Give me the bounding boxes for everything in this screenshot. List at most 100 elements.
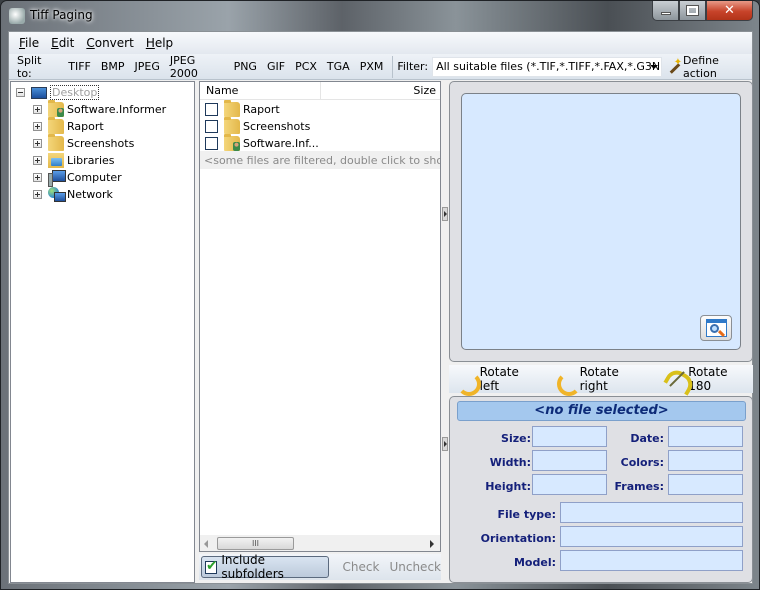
image-preview[interactable] xyxy=(461,93,741,350)
client-area: File Edit Convert Help Split to: TIFF BM… xyxy=(8,31,753,584)
splitter-handle-icon[interactable] xyxy=(442,207,448,221)
maximize-icon xyxy=(686,5,699,16)
expand-icon[interactable] xyxy=(33,173,42,182)
rotate-left-label: Rotate left xyxy=(479,365,519,393)
user-folder-icon xyxy=(224,134,240,151)
rotate-180-icon xyxy=(664,368,686,390)
menu-edit-label: dit xyxy=(58,36,75,50)
menu-help[interactable]: Help xyxy=(140,36,179,50)
close-button[interactable]: ✕ xyxy=(706,1,753,21)
menu-file[interactable]: File xyxy=(13,36,45,50)
file-name: Raport xyxy=(243,103,280,116)
include-subfolders-label: Include subfolders xyxy=(221,553,284,581)
split-pcx-button[interactable]: PCX xyxy=(290,60,322,73)
expand-icon[interactable] xyxy=(33,105,42,114)
scroll-right-icon[interactable] xyxy=(430,540,434,548)
file-list-header: Name Size xyxy=(200,82,440,100)
collapse-icon[interactable] xyxy=(16,88,25,97)
desktop-icon xyxy=(31,86,47,99)
maximize-button[interactable] xyxy=(679,1,706,21)
scrollbar-thumb[interactable]: III xyxy=(217,537,294,550)
chevron-down-icon xyxy=(649,64,658,69)
file-checkbox[interactable] xyxy=(205,103,218,116)
rotate-right-button[interactable]: Rotate right xyxy=(555,365,650,396)
menu-convert-label: onvert xyxy=(94,36,134,50)
model-label: Model: xyxy=(513,556,556,569)
folder-tree[interactable]: Desktop Software.Informer Raport Screens… xyxy=(10,81,195,583)
split-gif-button[interactable]: GIF xyxy=(262,60,290,73)
expand-icon[interactable] xyxy=(33,139,42,148)
file-row[interactable]: Raport xyxy=(205,100,280,118)
scroll-left-icon[interactable] xyxy=(204,540,208,548)
filter-value: All suitable files (*.TIF,*.TIFF,*.FAX,*… xyxy=(436,60,662,73)
rotate-left-icon xyxy=(455,368,481,396)
expand-icon[interactable] xyxy=(33,190,42,199)
split-tga-button[interactable]: TGA xyxy=(322,60,355,73)
filter-dropdown[interactable]: All suitable files (*.TIF,*.TIFF,*.FAX,*… xyxy=(432,56,662,77)
frames-label: Frames: xyxy=(614,480,664,493)
menu-edit[interactable]: Edit xyxy=(45,36,80,50)
filtered-files-note[interactable]: <some files are filtered, double click t… xyxy=(200,151,440,169)
menu-help-label: elp xyxy=(154,36,174,50)
split-toolbar: Split to: TIFF BMP JPEG JPEG 2000 PNG GI… xyxy=(9,54,752,80)
tree-item-screenshots[interactable]: Screenshots xyxy=(33,134,134,152)
app-icon xyxy=(9,8,25,24)
selected-file-header: <no file selected> xyxy=(457,401,746,421)
define-action-label: Define action xyxy=(682,53,719,80)
file-row[interactable]: Software.Inf... xyxy=(205,134,319,152)
colors-label: Colors: xyxy=(620,456,664,469)
menu-edit-accel: E xyxy=(51,36,59,50)
tree-item-computer[interactable]: Computer xyxy=(33,169,122,187)
file-list[interactable]: Name Size Raport Screenshots Software.In… xyxy=(199,81,441,551)
menu-file-label: ile xyxy=(25,36,40,50)
file-checkbox[interactable] xyxy=(205,137,218,150)
width-field xyxy=(532,450,607,471)
app-window: Tiff Paging ✕ File Edit Convert Help Spl… xyxy=(0,0,760,590)
splitter-handle-icon[interactable] xyxy=(442,437,448,451)
minimize-button[interactable] xyxy=(652,1,679,21)
folder-icon xyxy=(48,134,64,151)
split-tiff-button[interactable]: TIFF xyxy=(63,60,96,73)
model-field xyxy=(560,550,743,571)
split-pxm-button[interactable]: PXM xyxy=(355,60,389,73)
column-header-name[interactable]: Name xyxy=(200,82,321,99)
tree-item-desktop[interactable]: Desktop xyxy=(16,84,100,101)
expand-icon[interactable] xyxy=(33,156,42,165)
tree-item-software-informer[interactable]: Software.Informer xyxy=(33,100,166,118)
file-name: Software.Inf... xyxy=(243,137,319,150)
window-title: Tiff Paging xyxy=(30,8,93,22)
file-type-field xyxy=(560,502,743,523)
column-header-size[interactable]: Size xyxy=(321,84,440,97)
computer-icon xyxy=(48,170,66,187)
file-row[interactable]: Screenshots xyxy=(205,117,310,135)
split-jpeg2000-button[interactable]: JPEG 2000 xyxy=(165,54,229,80)
tree-item-label: Computer xyxy=(67,171,122,184)
rotate-180-button[interactable]: Rotate 180 xyxy=(664,365,753,393)
file-checkbox[interactable] xyxy=(205,120,218,133)
include-subfolders-toggle[interactable]: Include subfolders xyxy=(201,553,329,581)
menu-help-accel: H xyxy=(145,36,155,50)
horizontal-scrollbar[interactable]: III xyxy=(199,535,441,552)
filter-label: Filter: xyxy=(397,60,429,73)
tree-item-raport[interactable]: Raport xyxy=(33,117,104,135)
menu-convert[interactable]: Convert xyxy=(80,36,139,50)
folder-icon xyxy=(224,117,240,134)
split-bmp-button[interactable]: BMP xyxy=(96,60,130,73)
tree-item-libraries[interactable]: Libraries xyxy=(33,152,115,169)
close-icon: ✕ xyxy=(724,3,735,18)
title-bar[interactable]: Tiff Paging ✕ xyxy=(1,1,759,31)
split-jpeg-button[interactable]: JPEG xyxy=(130,60,165,73)
define-action-button[interactable]: Define action xyxy=(667,54,752,80)
split-png-button[interactable]: PNG xyxy=(229,60,262,73)
check-button[interactable]: Check xyxy=(343,560,380,574)
rotate-left-button[interactable]: Rotate left xyxy=(455,365,541,396)
height-field xyxy=(532,474,607,495)
zoom-preview-button[interactable] xyxy=(700,315,732,341)
expand-icon[interactable] xyxy=(33,122,42,131)
rotate-right-icon xyxy=(555,368,581,396)
tree-item-network[interactable]: Network xyxy=(33,186,113,203)
toolbar-separator xyxy=(392,55,394,78)
tree-item-label: Network xyxy=(67,188,113,201)
magic-wand-icon xyxy=(667,57,683,74)
uncheck-button[interactable]: Uncheck xyxy=(389,560,441,574)
